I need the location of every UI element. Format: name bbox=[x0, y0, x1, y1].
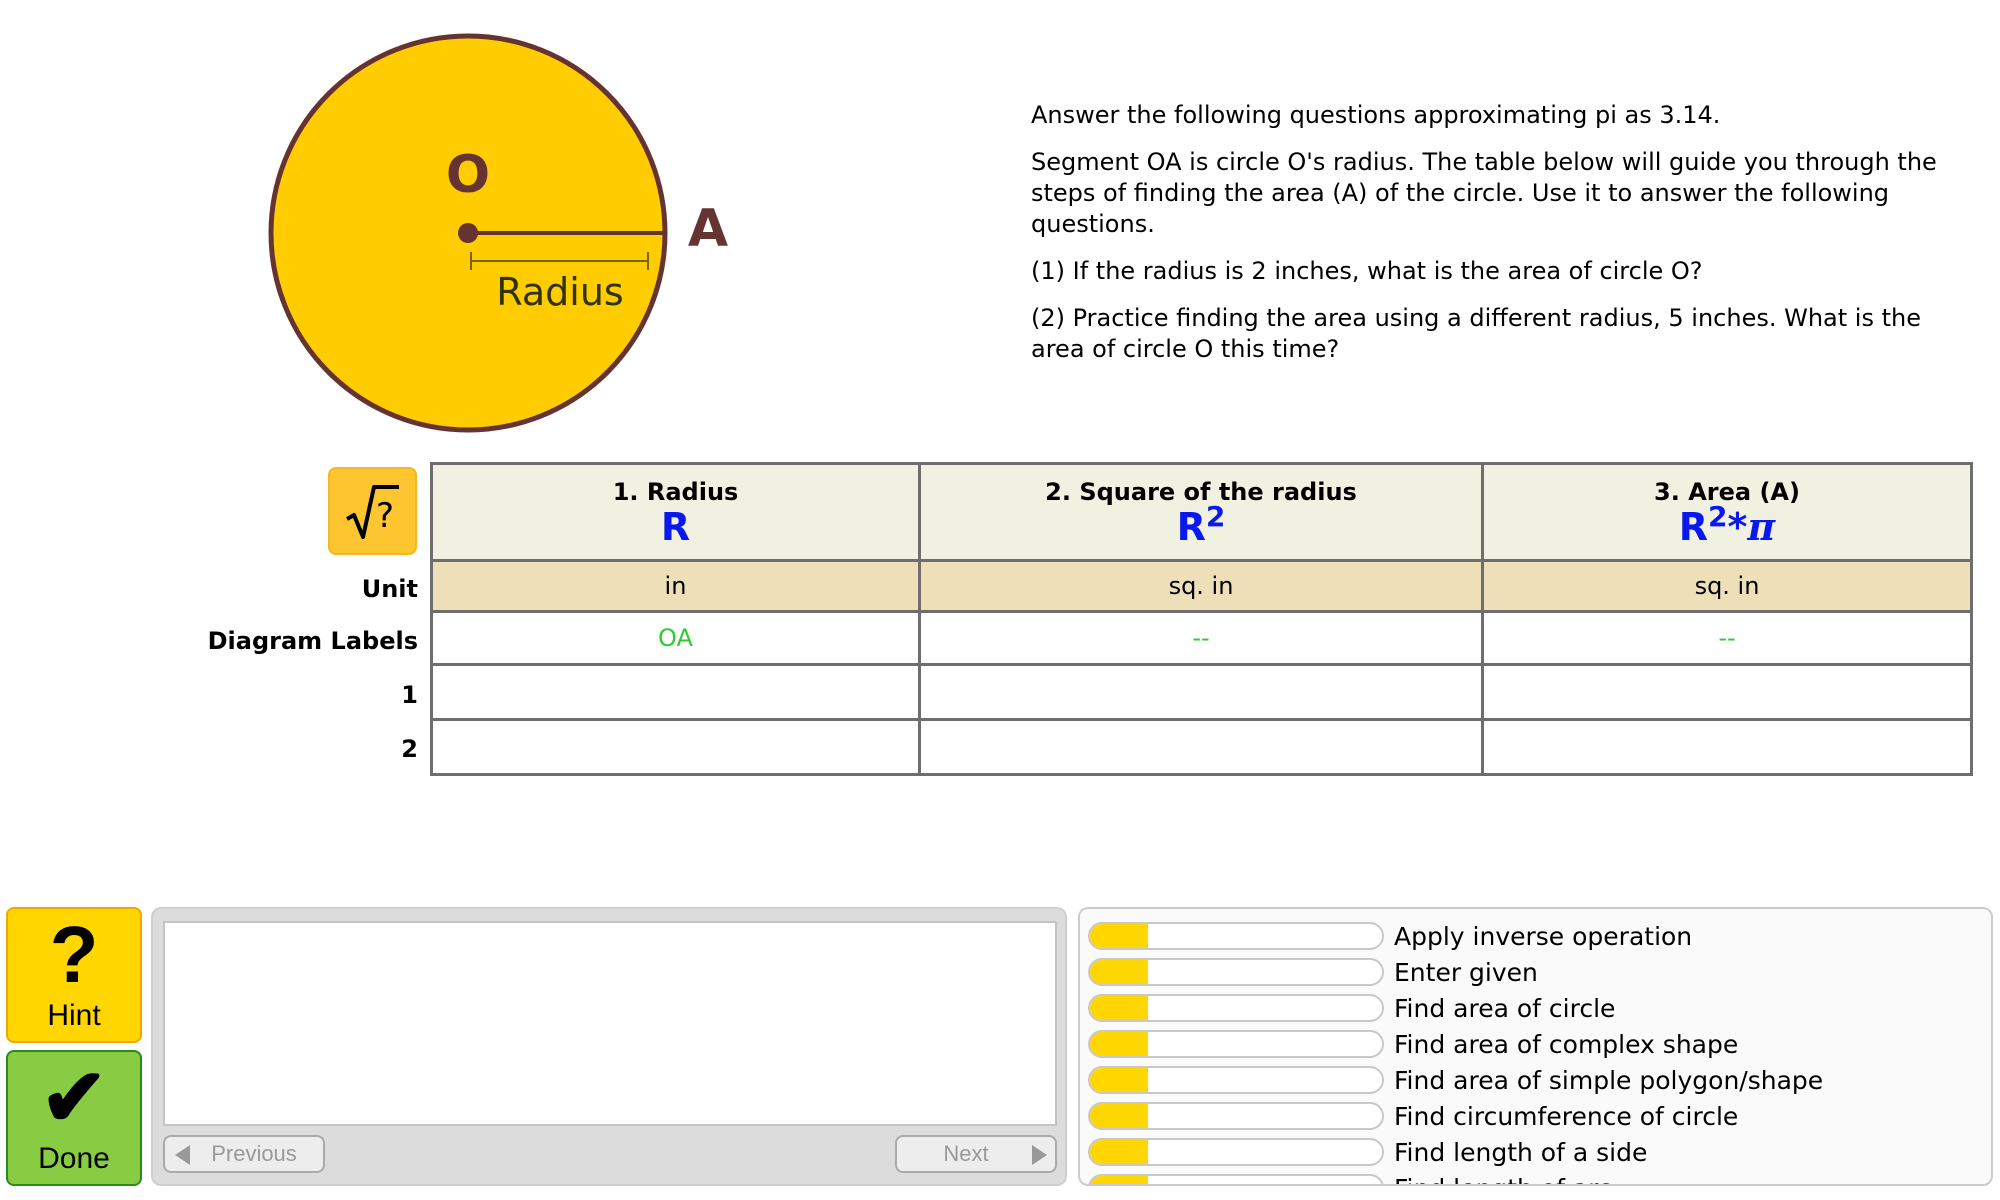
skill-item: Find length of a side bbox=[1088, 1137, 1968, 1167]
skill-meter bbox=[1088, 1174, 1384, 1184]
skill-label: Find area of simple polygon/shape bbox=[1394, 1065, 1824, 1095]
math-tools-button[interactable]: ? bbox=[328, 467, 417, 555]
skill-label: Find area of circle bbox=[1394, 993, 1616, 1023]
diagram-label-cell: -- bbox=[918, 610, 1484, 666]
unit-cell: sq. in bbox=[1481, 559, 1973, 613]
next-label: Next bbox=[943, 1141, 989, 1166]
skill-label: Find length of arc bbox=[1394, 1174, 1612, 1185]
column-header-square: 2. Square of the radius R2 bbox=[918, 462, 1484, 562]
problem-paragraph: Answer the following questions approxima… bbox=[1031, 101, 1721, 129]
skill-item: Find circumference of circle bbox=[1088, 1101, 1968, 1131]
answer-row-2 bbox=[430, 718, 1973, 776]
radius-input-1[interactable] bbox=[433, 666, 918, 718]
answer-cell bbox=[918, 663, 1484, 721]
previous-button[interactable]: Previous bbox=[163, 1135, 325, 1173]
area-input-2[interactable] bbox=[1484, 721, 1970, 773]
skill-meter-fill bbox=[1090, 1104, 1149, 1128]
skill-meter-fill bbox=[1090, 1140, 1149, 1164]
skill-label: Apply inverse operation bbox=[1394, 921, 1693, 951]
skill-item: Find length of arc bbox=[1088, 1173, 1968, 1185]
row-label-1: 1 bbox=[401, 681, 418, 709]
question-mark-icon: ? bbox=[49, 910, 99, 999]
answer-cell bbox=[1481, 663, 1973, 721]
skill-meter-fill bbox=[1090, 960, 1149, 984]
skill-meter bbox=[1088, 994, 1384, 1022]
previous-label: Previous bbox=[211, 1141, 297, 1166]
hint-button[interactable]: ? Hint bbox=[6, 907, 142, 1043]
skill-label: Find area of complex shape bbox=[1394, 1029, 1739, 1059]
skill-label: Enter given bbox=[1394, 957, 1538, 987]
skill-meter bbox=[1088, 958, 1384, 986]
unit-row: in sq. in sq. in bbox=[430, 559, 1973, 613]
skill-meter bbox=[1088, 1102, 1384, 1130]
skill-meter bbox=[1088, 1030, 1384, 1058]
skill-meter-fill bbox=[1090, 1176, 1149, 1184]
unit-cell: in bbox=[430, 559, 921, 613]
skill-item: Find area of complex shape bbox=[1088, 1029, 1968, 1059]
point-a-label: A bbox=[688, 199, 728, 259]
column-formula: R2*π bbox=[1678, 500, 1776, 549]
column-formula: R2 bbox=[1176, 500, 1226, 549]
column-header-radius: 1. Radius R bbox=[430, 462, 921, 562]
hint-label: Hint bbox=[47, 999, 101, 1032]
center-point bbox=[458, 223, 478, 243]
skill-item: Enter given bbox=[1088, 957, 1968, 987]
checkmark-icon: ✔ bbox=[40, 1053, 108, 1142]
done-button[interactable]: ✔ Done bbox=[6, 1050, 142, 1186]
skill-item: Find area of simple polygon/shape bbox=[1088, 1065, 1968, 1095]
svg-text:?: ? bbox=[375, 496, 393, 536]
square-input-1[interactable] bbox=[921, 666, 1481, 718]
diagram-labels-row: OA -- -- bbox=[430, 610, 1973, 666]
column-title: 1. Radius bbox=[612, 478, 739, 506]
arrow-left-icon bbox=[175, 1145, 190, 1165]
radius-label: Radius bbox=[496, 270, 623, 314]
feedback-message-box bbox=[163, 921, 1057, 1126]
next-button[interactable]: Next bbox=[895, 1135, 1057, 1173]
skill-meter bbox=[1088, 1066, 1384, 1094]
skill-item: Apply inverse operation bbox=[1088, 921, 1968, 951]
problem-paragraph: (2) Practice finding the area using a di… bbox=[1031, 304, 1921, 363]
area-input-1[interactable] bbox=[1484, 666, 1970, 718]
radius-input-2[interactable] bbox=[433, 721, 918, 773]
answer-cell bbox=[430, 663, 921, 721]
skill-meter-fill bbox=[1090, 1032, 1149, 1056]
diagram-label-cell: -- bbox=[1481, 610, 1973, 666]
unit-cell: sq. in bbox=[918, 559, 1484, 613]
column-title: 2. Square of the radius bbox=[1045, 478, 1357, 506]
skill-meter bbox=[1088, 1138, 1384, 1166]
skill-label: Find length of a side bbox=[1394, 1137, 1648, 1167]
answer-cell bbox=[430, 718, 921, 776]
skill-meter-fill bbox=[1090, 996, 1149, 1020]
column-formula: R bbox=[660, 505, 691, 549]
skill-meter-fill bbox=[1090, 1068, 1149, 1092]
answer-cell bbox=[1481, 718, 1973, 776]
worksheet-table: 1. Radius R 2. Square of the radius R2 3… bbox=[430, 462, 1973, 776]
skill-item: Find area of circle bbox=[1088, 993, 1968, 1023]
answer-row-1 bbox=[430, 663, 1973, 721]
row-label-unit: Unit bbox=[361, 575, 418, 603]
square-input-2[interactable] bbox=[921, 721, 1481, 773]
skill-meter bbox=[1088, 922, 1384, 950]
column-header-area: 3. Area (A) R2*π bbox=[1481, 462, 1973, 562]
sqrt-question-icon: ? bbox=[345, 485, 399, 539]
diagram-label-cell: OA bbox=[430, 610, 921, 666]
arrow-right-icon bbox=[1032, 1145, 1047, 1165]
skills-panel[interactable]: Apply inverse operation Enter given Find… bbox=[1078, 907, 1993, 1186]
problem-paragraph: Segment OA is circle O's radius. The tab… bbox=[1031, 148, 1937, 238]
problem-paragraph: (1) If the radius is 2 inches, what is t… bbox=[1031, 257, 1703, 285]
feedback-panel: Previous Next bbox=[151, 907, 1067, 1186]
row-label-2: 2 bbox=[401, 735, 418, 763]
skill-meter-fill bbox=[1090, 924, 1149, 948]
problem-statement: Answer the following questions approxima… bbox=[1031, 100, 1971, 381]
circle-diagram: O A Radius bbox=[268, 33, 728, 433]
row-label-diagram-labels: Diagram Labels bbox=[207, 627, 418, 655]
skill-label: Find circumference of circle bbox=[1394, 1101, 1739, 1131]
answer-cell bbox=[918, 718, 1484, 776]
center-label: O bbox=[446, 145, 490, 205]
header-row: 1. Radius R 2. Square of the radius R2 3… bbox=[430, 462, 1973, 562]
done-label: Done bbox=[38, 1142, 110, 1175]
